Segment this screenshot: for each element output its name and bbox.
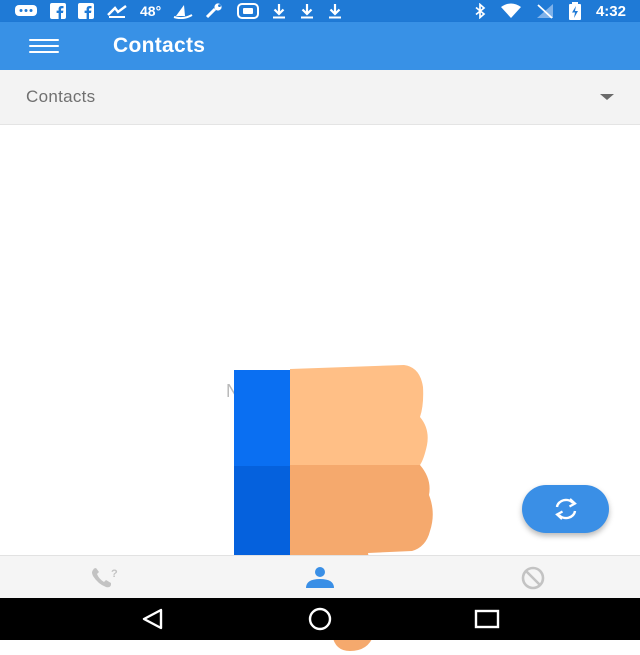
wifi-icon — [500, 3, 522, 19]
svg-text:?: ? — [111, 568, 118, 580]
weather-icon — [106, 3, 128, 19]
back-icon — [143, 608, 163, 630]
tab-contacts[interactable] — [213, 556, 426, 599]
sync-button[interactable] — [522, 485, 609, 533]
page-title: Contacts — [113, 34, 206, 57]
sim-card-icon — [237, 3, 260, 19]
status-bar-system: 4:32 — [474, 2, 640, 20]
system-recents-button[interactable] — [467, 604, 507, 634]
battery-charging-icon — [568, 2, 582, 20]
contacts-filter-dropdown[interactable]: Contacts — [0, 70, 640, 125]
chat-bubble-icon — [14, 4, 38, 18]
temperature-text: 48° — [140, 3, 162, 19]
home-icon — [308, 607, 332, 631]
bottom-navigation: ? — [0, 555, 640, 599]
status-bar: 48° 4:32 — [0, 0, 640, 22]
system-home-button[interactable] — [300, 604, 340, 634]
download-icon — [299, 3, 315, 19]
facebook-icon — [50, 3, 66, 19]
filter-selected-label: Contacts — [26, 87, 96, 106]
status-bar-notifications: 48° — [0, 3, 343, 19]
download-icon — [271, 3, 287, 19]
hamburger-menu-icon — [29, 39, 59, 53]
sync-icon — [554, 498, 577, 520]
download-icon — [327, 3, 343, 19]
facebook-icon — [78, 3, 94, 19]
recents-icon — [474, 609, 499, 629]
wrench-icon — [205, 3, 225, 19]
app-bar: Contacts — [0, 22, 640, 70]
menu-button[interactable] — [0, 22, 88, 70]
tab-unknown-callers[interactable]: ? — [0, 556, 213, 599]
system-navigation-bar — [0, 598, 640, 640]
unknown-caller-icon: ? — [91, 567, 118, 587]
bluetooth-icon — [474, 3, 486, 19]
tab-blocked[interactable] — [427, 556, 640, 599]
sail-icon — [173, 3, 193, 19]
contacts-person-icon — [305, 566, 334, 588]
system-back-button[interactable] — [133, 604, 173, 634]
blocked-icon — [522, 566, 545, 589]
caret-down-icon — [600, 94, 614, 100]
clock-text: 4:32 — [595, 2, 626, 20]
no-signal-icon — [536, 3, 554, 19]
